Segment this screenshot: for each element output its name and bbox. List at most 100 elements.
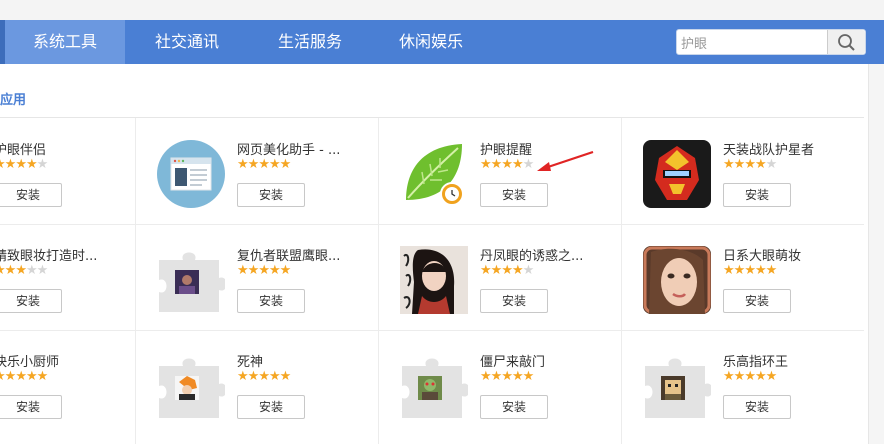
star-filled-icon: ★ bbox=[744, 157, 756, 172]
star-filled-icon: ★ bbox=[237, 263, 249, 278]
star-filled-icon: ★ bbox=[733, 157, 746, 172]
leaf-clock-icon[interactable] bbox=[400, 140, 468, 208]
star-filled-icon: ★ bbox=[237, 157, 249, 172]
star-filled-icon: ★ bbox=[268, 157, 281, 172]
rating-stars: ★★★★★ bbox=[480, 263, 535, 278]
star-empty-icon: ★ bbox=[765, 157, 778, 172]
app-name[interactable]: 日系大眼萌妆 bbox=[723, 245, 801, 264]
install-button[interactable]: 安装 bbox=[0, 395, 62, 419]
install-button[interactable]: 安装 bbox=[237, 289, 305, 313]
install-button[interactable]: 安装 bbox=[0, 289, 62, 313]
star-filled-icon: ★ bbox=[247, 157, 260, 172]
star-filled-icon: ★ bbox=[490, 369, 503, 384]
category-nav-bar: 系统工具 社交通讯 生活服务 休闲娱乐 bbox=[0, 20, 884, 64]
app-name[interactable]: 网页美化助手 - ... bbox=[237, 139, 340, 158]
star-filled-icon: ★ bbox=[765, 369, 778, 384]
star-filled-icon: ★ bbox=[4, 369, 17, 384]
star-filled-icon: ★ bbox=[744, 369, 756, 384]
rating-stars: ★★★★★ bbox=[237, 369, 291, 384]
star-filled-icon: ★ bbox=[723, 263, 735, 278]
star-filled-icon: ★ bbox=[237, 369, 249, 384]
star-filled-icon: ★ bbox=[522, 369, 535, 384]
install-button[interactable]: 安装 bbox=[480, 183, 548, 207]
row-divider bbox=[0, 224, 864, 225]
star-filled-icon: ★ bbox=[258, 263, 270, 278]
star-empty-icon: ★ bbox=[36, 263, 49, 278]
app-name[interactable]: 僵尸来敲门 bbox=[480, 351, 545, 370]
puzzle-icon[interactable] bbox=[400, 352, 470, 420]
star-filled-icon: ★ bbox=[25, 157, 38, 172]
star-filled-icon: ★ bbox=[268, 263, 281, 278]
section-divider bbox=[0, 117, 864, 118]
star-empty-icon: ★ bbox=[522, 157, 535, 172]
star-filled-icon: ★ bbox=[36, 369, 49, 384]
install-button[interactable]: 安装 bbox=[237, 183, 305, 207]
app-name[interactable]: 死神 bbox=[237, 351, 263, 370]
star-filled-icon: ★ bbox=[247, 263, 260, 278]
rating-stars: ★★★★★ bbox=[723, 369, 778, 384]
app-list-panel: 应用 护眼伴侣 ★★★★★ 安装 网页美化助手 - ... ★★★★★ 安装 护… bbox=[0, 64, 868, 444]
tab-life-services[interactable]: 生活服务 bbox=[249, 20, 371, 64]
portrait-girl-icon[interactable] bbox=[400, 246, 468, 314]
tab-entertainment[interactable]: 休闲娱乐 bbox=[371, 20, 491, 64]
face-photo-icon[interactable] bbox=[643, 246, 711, 314]
column-divider bbox=[135, 118, 136, 444]
star-filled-icon: ★ bbox=[15, 263, 27, 278]
rating-stars: ★★★★★ bbox=[723, 263, 778, 278]
column-divider bbox=[621, 118, 622, 444]
star-filled-icon: ★ bbox=[754, 263, 767, 278]
search-box bbox=[676, 29, 866, 55]
star-filled-icon: ★ bbox=[258, 157, 270, 172]
star-filled-icon: ★ bbox=[4, 157, 17, 172]
star-filled-icon: ★ bbox=[511, 157, 524, 172]
column-divider bbox=[378, 118, 379, 444]
rating-stars: ★★★★★ bbox=[723, 157, 778, 172]
red-arrow-annotation bbox=[537, 151, 594, 171]
app-name[interactable]: 复仇者联盟鹰眼... bbox=[237, 245, 340, 264]
star-filled-icon: ★ bbox=[268, 369, 281, 384]
install-button[interactable]: 安装 bbox=[480, 289, 548, 313]
webpage-icon[interactable] bbox=[157, 140, 225, 208]
tab-social[interactable]: 社交通讯 bbox=[125, 20, 249, 64]
star-empty-icon: ★ bbox=[522, 263, 535, 278]
star-filled-icon: ★ bbox=[480, 157, 492, 172]
scrollbar[interactable] bbox=[868, 64, 884, 444]
tab-system-tools[interactable]: 系统工具 bbox=[5, 20, 125, 64]
install-button[interactable]: 安装 bbox=[480, 395, 548, 419]
star-filled-icon: ★ bbox=[733, 369, 746, 384]
star-filled-icon: ★ bbox=[4, 263, 17, 278]
app-name[interactable]: 丹凤眼的诱惑之... bbox=[480, 245, 583, 264]
install-button[interactable]: 安装 bbox=[237, 395, 305, 419]
rating-stars: ★★★★★ bbox=[480, 157, 535, 172]
puzzle-icon[interactable] bbox=[643, 352, 713, 420]
star-filled-icon: ★ bbox=[744, 263, 756, 278]
install-button[interactable]: 安装 bbox=[723, 395, 791, 419]
app-name[interactable]: 精致眼妆打造时... bbox=[0, 245, 97, 264]
star-filled-icon: ★ bbox=[501, 157, 513, 172]
puzzle-icon[interactable] bbox=[157, 352, 227, 420]
star-filled-icon: ★ bbox=[258, 369, 270, 384]
search-input[interactable] bbox=[677, 30, 831, 54]
star-filled-icon: ★ bbox=[15, 157, 27, 172]
star-filled-icon: ★ bbox=[279, 263, 292, 278]
rating-stars: ★★★★★ bbox=[0, 157, 48, 172]
star-filled-icon: ★ bbox=[765, 263, 778, 278]
app-name[interactable]: 天装战队护星者 bbox=[723, 139, 814, 158]
install-button[interactable]: 安装 bbox=[723, 289, 791, 313]
star-filled-icon: ★ bbox=[511, 263, 524, 278]
app-name[interactable]: 乐高指环王 bbox=[723, 351, 788, 370]
star-filled-icon: ★ bbox=[490, 157, 503, 172]
search-button[interactable] bbox=[827, 30, 865, 54]
rating-stars: ★★★★★ bbox=[480, 369, 535, 384]
star-filled-icon: ★ bbox=[733, 263, 746, 278]
star-filled-icon: ★ bbox=[247, 369, 260, 384]
red-mask-hero-icon[interactable] bbox=[643, 140, 711, 208]
app-name[interactable]: 护眼伴侣 bbox=[0, 139, 46, 158]
star-empty-icon: ★ bbox=[25, 263, 38, 278]
app-name[interactable]: 快乐小厨师 bbox=[0, 351, 59, 370]
search-icon bbox=[838, 34, 855, 51]
puzzle-icon[interactable] bbox=[157, 246, 227, 314]
install-button[interactable]: 安装 bbox=[723, 183, 791, 207]
install-button[interactable]: 安装 bbox=[0, 183, 62, 207]
app-name[interactable]: 护眼提醒 bbox=[480, 139, 532, 158]
